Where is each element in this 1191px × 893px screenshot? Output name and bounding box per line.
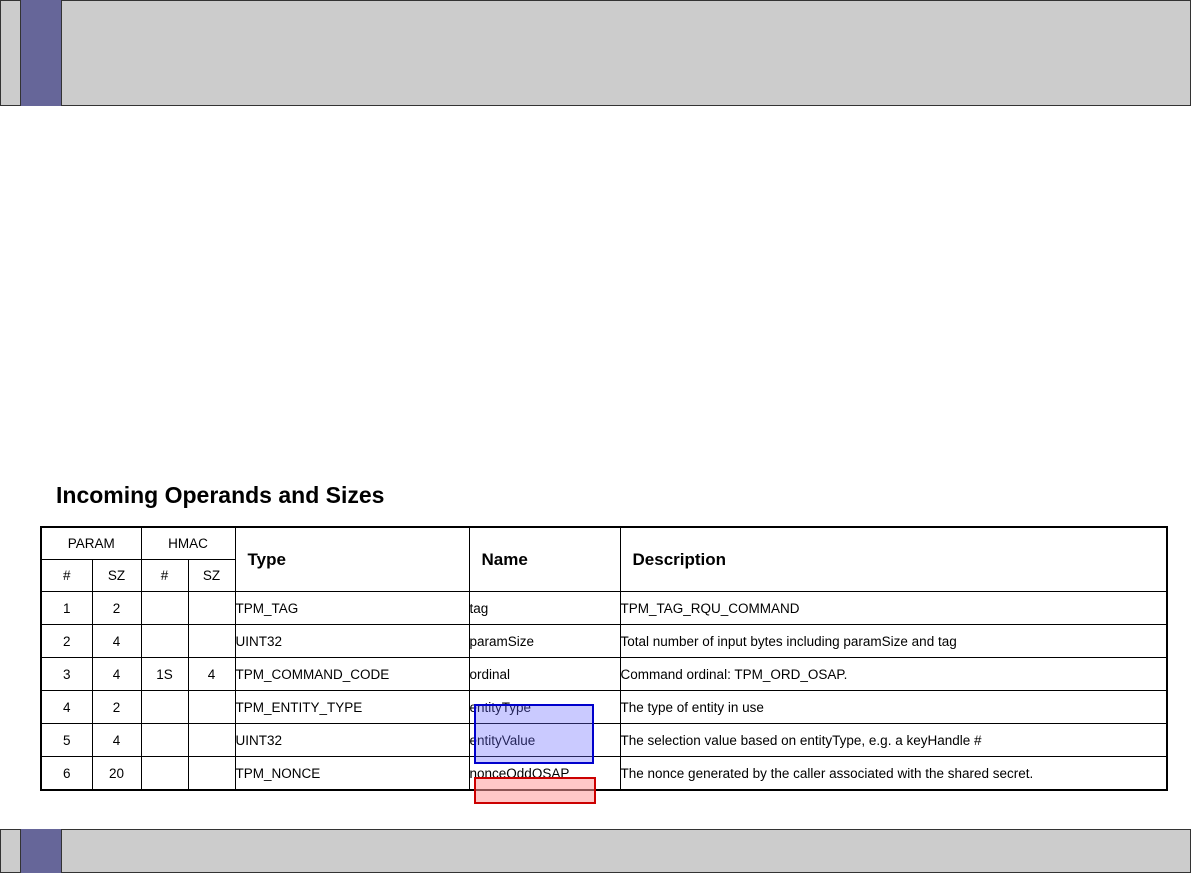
type-column-header: Type (234, 526, 470, 592)
hmac-number-cell (140, 723, 189, 757)
param-number-header: # (40, 559, 93, 592)
table-row: 2 4 UINT32 paramSize Total number of inp… (40, 624, 1168, 658)
entity-highlight-box (474, 704, 594, 764)
footer-bar (0, 829, 1191, 873)
param-size-cell: 2 (91, 690, 142, 724)
hmac-number-cell (140, 756, 189, 791)
hmac-number-cell: 1S (140, 657, 189, 691)
type-cell: TPM_ENTITY_TYPE (234, 690, 470, 724)
param-number-cell: 1 (40, 591, 93, 625)
param-size-cell: 4 (91, 723, 142, 757)
description-cell: The type of entity in use (619, 690, 1168, 724)
description-column-header: Description (619, 526, 1168, 592)
hmac-number-header: # (140, 559, 189, 592)
table-header-row: PARAM HMAC Type Name Description (40, 526, 1168, 592)
param-group-header: PARAM (40, 526, 142, 560)
type-cell: UINT32 (234, 624, 470, 658)
param-number-cell: 6 (40, 756, 93, 791)
param-number-cell: 4 (40, 690, 93, 724)
description-cell: Command ordinal: TPM_ORD_OSAP. (619, 657, 1168, 691)
hmac-size-cell (187, 591, 236, 625)
slide: Incoming Operands and Sizes PARAM HMAC T… (0, 0, 1191, 893)
table-row: 3 4 1S 4 TPM_COMMAND_CODE ordinal Comman… (40, 657, 1168, 691)
param-number-cell: 3 (40, 657, 93, 691)
table-row: 6 20 TPM_NONCE nonceOddOSAP The nonce ge… (40, 756, 1168, 791)
name-cell: ordinal (468, 657, 621, 691)
title-bar-accent (20, 0, 62, 106)
param-number-cell: 5 (40, 723, 93, 757)
table-row: 5 4 UINT32 entityValue The selection val… (40, 723, 1168, 757)
table-row: 4 2 TPM_ENTITY_TYPE entityType The type … (40, 690, 1168, 724)
type-cell: TPM_TAG (234, 591, 470, 625)
description-cell: The nonce generated by the caller associ… (619, 756, 1168, 791)
hmac-size-header: SZ (187, 559, 236, 592)
hmac-size-cell (187, 756, 236, 791)
type-cell: TPM_COMMAND_CODE (234, 657, 470, 691)
nonce-highlight-box (474, 777, 596, 804)
title-bar (0, 0, 1191, 106)
description-cell: TPM_TAG_RQU_COMMAND (619, 591, 1168, 625)
param-size-cell: 20 (91, 756, 142, 791)
operands-table: PARAM HMAC Type Name Description # SZ # … (40, 526, 1169, 791)
hmac-number-cell (140, 690, 189, 724)
hmac-group-header: HMAC (140, 526, 236, 560)
param-number-cell: 2 (40, 624, 93, 658)
description-cell: Total number of input bytes including pa… (619, 624, 1168, 658)
name-column-header: Name (468, 526, 621, 592)
type-cell: TPM_NONCE (234, 756, 470, 791)
param-size-cell: 4 (91, 657, 142, 691)
param-size-header: SZ (91, 559, 142, 592)
hmac-size-cell (187, 624, 236, 658)
name-cell: paramSize (468, 624, 621, 658)
param-size-cell: 4 (91, 624, 142, 658)
hmac-size-cell (187, 723, 236, 757)
param-size-cell: 2 (91, 591, 142, 625)
hmac-number-cell (140, 591, 189, 625)
table-row: 1 2 TPM_TAG tag TPM_TAG_RQU_COMMAND (40, 591, 1168, 625)
hmac-size-cell: 4 (187, 657, 236, 691)
operands-table-container: PARAM HMAC Type Name Description # SZ # … (40, 526, 1169, 791)
section-heading: Incoming Operands and Sizes (56, 482, 385, 508)
hmac-size-cell (187, 690, 236, 724)
name-cell: tag (468, 591, 621, 625)
description-cell: The selection value based on entityType,… (619, 723, 1168, 757)
footer-bar-accent (20, 829, 62, 873)
type-cell: UINT32 (234, 723, 470, 757)
hmac-number-cell (140, 624, 189, 658)
